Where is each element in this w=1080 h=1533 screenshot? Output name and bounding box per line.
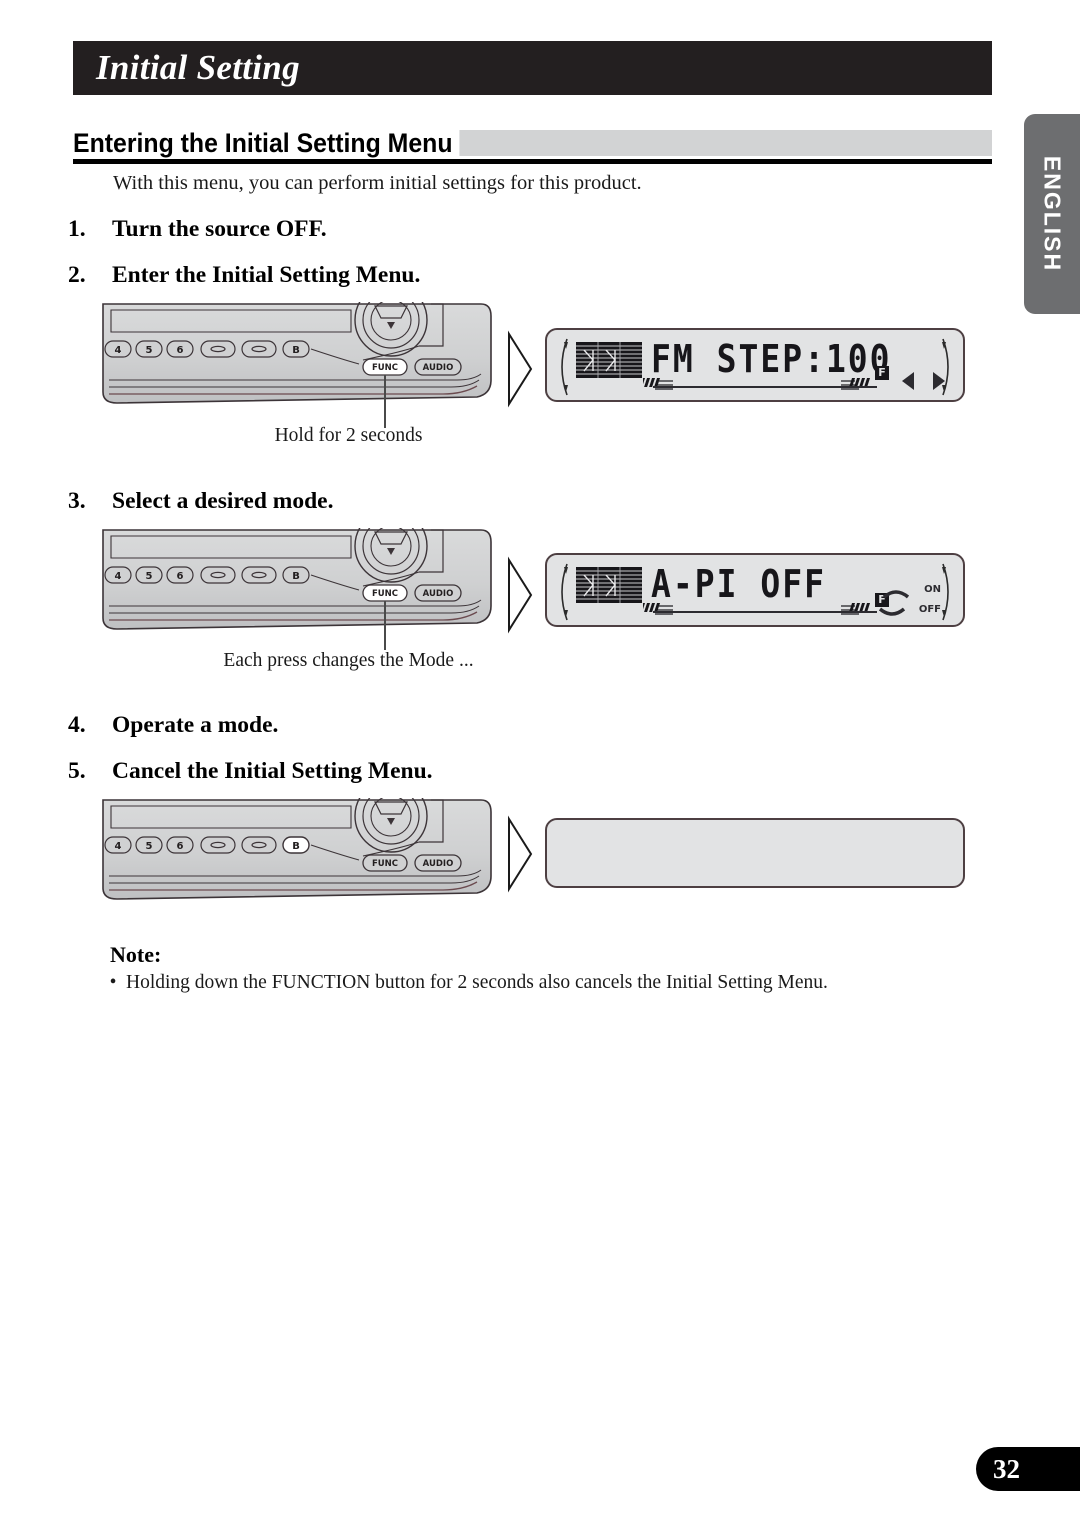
page-title-bar: Initial Setting xyxy=(73,41,992,95)
lcd-display-step2: FM STEP:100 F xyxy=(545,328,965,402)
lcd-left-arrow-icon xyxy=(902,372,914,390)
preset-4-label: 4 xyxy=(115,345,122,356)
lcd-arc-up-icon xyxy=(883,590,909,599)
lcd-right-bars-icon xyxy=(841,378,871,390)
step-5-number: 5. xyxy=(68,758,86,784)
preset-6-label: 6 xyxy=(177,841,184,852)
preset-6-label: 6 xyxy=(177,345,184,356)
step-2: 2. Enter the Initial Setting Menu. xyxy=(68,262,420,289)
lcd-on-row: ON xyxy=(879,583,941,603)
page-title: Initial Setting xyxy=(96,48,300,87)
device-faceplate-illustration-step5: 4 5 6 B FUNC AUDIO xyxy=(102,798,492,900)
preset-4-label: 4 xyxy=(115,571,122,582)
oval-button-1[interactable] xyxy=(200,566,236,584)
step-1-number: 1. xyxy=(68,216,86,242)
step-3: 3. Select a desired mode. xyxy=(68,488,333,515)
leader-line-step2 xyxy=(384,375,386,428)
note-title: Note: xyxy=(110,942,162,967)
lcd-display-step5-blank xyxy=(545,818,965,888)
lcd-matrix-graphic-icon xyxy=(576,342,642,378)
lcd-display-step3: A-PI OFF F ON OFF xyxy=(545,553,965,627)
func-button-label: FUNC xyxy=(372,859,398,869)
step-2-number: 2. xyxy=(68,262,86,288)
lcd-left-bracket-icon xyxy=(561,338,568,396)
preset-5-label: 5 xyxy=(146,841,153,852)
step-3-number: 3. xyxy=(68,488,86,514)
lcd-underline xyxy=(653,386,877,388)
step-2-label: Enter the Initial Setting Menu. xyxy=(112,262,421,288)
lcd-right-bars-icon xyxy=(841,603,871,615)
step-5-label: Cancel the Initial Setting Menu. xyxy=(112,758,433,784)
step-4: 4. Operate a mode. xyxy=(68,712,278,739)
lcd-right-arrow-icon xyxy=(933,372,945,390)
flow-arrow-step2 xyxy=(508,330,533,408)
note-bullet-mark: • xyxy=(109,972,117,993)
lcd-underline xyxy=(653,611,877,613)
oval-button-2[interactable] xyxy=(241,836,277,854)
lcd-left-bracket-icon xyxy=(561,563,568,621)
oval-button-1[interactable] xyxy=(200,340,236,358)
oval-button-2[interactable] xyxy=(241,340,277,358)
band-label: B xyxy=(292,345,300,356)
section-heading: Entering the Initial Setting Menu xyxy=(73,128,992,164)
step-1-label: Turn the source OFF. xyxy=(112,216,327,242)
lcd-main-text: A-PI OFF xyxy=(651,561,826,607)
band-label: B xyxy=(292,571,300,582)
section-heading-label: Entering the Initial Setting Menu xyxy=(73,128,459,158)
oval-button-2[interactable] xyxy=(241,566,277,584)
preset-5-label: 5 xyxy=(146,571,153,582)
page-number: 32 xyxy=(976,1447,1080,1491)
preset-5-label: 5 xyxy=(146,345,153,356)
band-label: B xyxy=(292,841,300,852)
step-4-label: Operate a mode. xyxy=(112,712,279,738)
preset-4-label: 4 xyxy=(115,841,122,852)
flow-arrow-step3 xyxy=(508,556,533,634)
preset-6-label: 6 xyxy=(177,571,184,582)
step-5: 5. Cancel the Initial Setting Menu. xyxy=(68,758,433,785)
language-side-tab-label: ENGLISH xyxy=(1039,155,1066,273)
lcd-on-label: ON xyxy=(924,584,941,595)
lcd-left-bars-icon xyxy=(643,603,673,615)
note-item-text: Holding down the FUNCTION button for 2 s… xyxy=(126,972,828,993)
lcd-off-label: OFF xyxy=(918,604,941,615)
step-3-label: Select a desired mode. xyxy=(112,488,334,514)
language-side-tab: ENGLISH xyxy=(1024,114,1080,314)
lcd-right-bracket-icon xyxy=(942,563,949,621)
lcd-left-bars-icon xyxy=(643,378,673,390)
flow-arrow-step5 xyxy=(508,815,533,893)
step-4-number: 4. xyxy=(68,712,86,738)
step-1: 1. Turn the source OFF. xyxy=(68,216,327,243)
callout-hold-2-seconds: Hold for 2 seconds xyxy=(274,425,423,446)
note-item: • Holding down the FUNCTION button for 2 … xyxy=(100,972,990,994)
leader-line-step3 xyxy=(384,601,386,650)
lcd-on-off-indicator: ON OFF xyxy=(879,583,941,623)
section-heading-rule xyxy=(73,159,992,164)
lcd-arc-down-icon xyxy=(879,607,905,616)
lcd-off-row: OFF xyxy=(879,603,941,623)
oval-button-1[interactable] xyxy=(200,836,236,854)
callout-each-press: Each press changes the Mode ... xyxy=(223,650,474,671)
lcd-matrix-graphic-icon xyxy=(576,567,642,603)
intro-paragraph: With this menu, you can perform initial … xyxy=(113,172,642,194)
audio-button-label: AUDIO xyxy=(423,859,454,869)
lcd-f-indicator-icon: F xyxy=(875,366,889,380)
